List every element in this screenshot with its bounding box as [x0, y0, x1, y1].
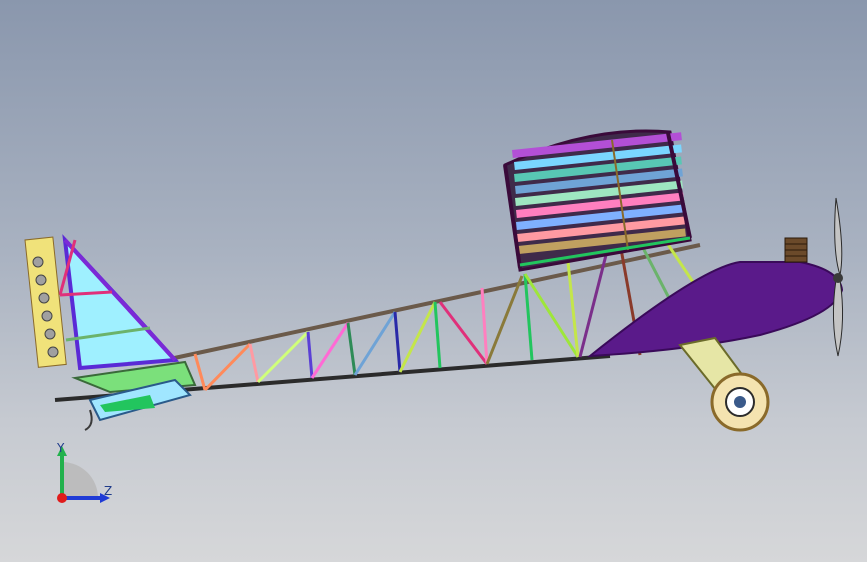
vertical-tail: [24, 234, 180, 371]
coordinate-triad: Y Z: [56, 441, 112, 503]
fuselage-truss: [193, 254, 608, 392]
propeller: [832, 197, 844, 357]
horizontal-stabilizer: [71, 360, 197, 422]
z-axis-label: Z: [104, 484, 112, 498]
triad-quadrant: [62, 462, 98, 498]
wing-assembly: [503, 129, 692, 272]
landing-gear: [678, 336, 770, 432]
tail-skid: [84, 409, 93, 431]
y-axis-label: Y: [56, 441, 65, 455]
engine: [784, 237, 808, 263]
origin-point: [57, 493, 67, 503]
aircraft-model[interactable]: [0, 0, 867, 562]
cad-viewport[interactable]: Y Z: [0, 0, 867, 562]
